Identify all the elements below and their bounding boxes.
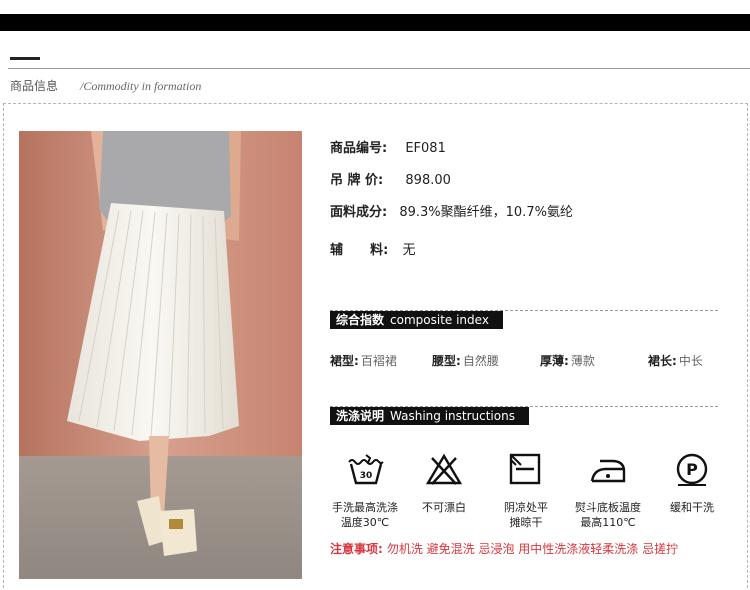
section-title-en: /Commodity in formation: [80, 79, 202, 93]
attr-skirt-type: 裙型: 百褶裙: [330, 352, 397, 369]
composite-title-cn: 综合指数: [336, 313, 385, 327]
washing-title-cn: 洗涤说明: [336, 409, 385, 423]
hand-wash-label: 手洗最高洗涤 温度30℃: [332, 501, 398, 529]
washing-title-en: Washing instructions: [390, 409, 515, 423]
info-row-accessories: 辅 料: 无: [330, 239, 416, 258]
section-title-cn: 商品信息: [10, 79, 59, 93]
attr-skirt-type-value: 百褶裙: [360, 354, 397, 368]
attr-length-value: 中长: [678, 354, 703, 368]
item-number-value: EF081: [405, 141, 446, 156]
price-label: 吊 牌 价:: [330, 173, 384, 188]
attr-length-label: 裙长:: [648, 354, 677, 368]
attr-thickness-label: 厚薄:: [540, 354, 569, 368]
accessories-label: 辅 料:: [330, 243, 389, 258]
svg-text:30: 30: [360, 471, 373, 481]
attr-skirt-type-label: 裙型:: [330, 354, 359, 368]
attr-waist-type: 腰型: 自然腰: [432, 352, 499, 369]
info-row-price: 吊 牌 价: 898.00: [330, 169, 451, 188]
dry-clean-icon: P: [676, 453, 708, 486]
svg-text:P: P: [686, 460, 698, 479]
care-notice-text: 勿机洗 避免混洗 忌浸泡 用中性洗涤液轻柔洗涤 忌搓拧: [386, 542, 679, 556]
washing-instructions-tag: 洗涤说明 Washing instructions: [330, 407, 529, 425]
composite-index-tag: 综合指数 composite index: [330, 311, 503, 329]
fabric-label: 面料成分:: [330, 205, 388, 220]
info-row-fabric: 面料成分: 89.3%聚酯纤维，10.7%氨纶: [330, 201, 573, 220]
attr-thickness-value: 薄款: [570, 354, 595, 368]
care-notice: 注意事项: 勿机洗 避免混洗 忌浸泡 用中性洗涤液轻柔洗涤 忌搓拧: [330, 540, 678, 557]
no-bleach-icon: [425, 453, 463, 485]
iron-label: 熨斗底板温度 最高110℃: [575, 501, 641, 529]
product-photo: [19, 131, 302, 579]
care-notice-label: 注意事项:: [330, 542, 383, 556]
item-number-label: 商品编号:: [330, 141, 388, 156]
dry-flat-shade-icon: [509, 453, 541, 485]
iron-icon: [590, 459, 626, 483]
no-bleach-label: 不可漂白: [422, 501, 466, 514]
fabric-value: 89.3%聚酯纤维，10.7%氨纶: [399, 205, 573, 220]
accessories-value: 无: [402, 243, 416, 258]
dry-clean-label: 缓和干洗: [670, 501, 714, 514]
attr-thickness: 厚薄: 薄款: [540, 352, 595, 369]
header-divider: [8, 68, 750, 69]
attr-waist-type-label: 腰型:: [432, 354, 461, 368]
dry-flat-shade-label: 阴凉处平 摊晾干: [504, 501, 548, 529]
composite-title-en: composite index: [390, 313, 489, 327]
price-value: 898.00: [405, 173, 451, 188]
hand-wash-icon: 30: [348, 454, 384, 485]
top-black-bar: [0, 14, 750, 31]
attr-length: 裙长: 中长: [648, 352, 703, 369]
header-accent-line: [10, 57, 40, 60]
info-row-item-number: 商品编号: EF081: [330, 137, 446, 156]
attr-waist-type-value: 自然腰: [462, 354, 499, 368]
